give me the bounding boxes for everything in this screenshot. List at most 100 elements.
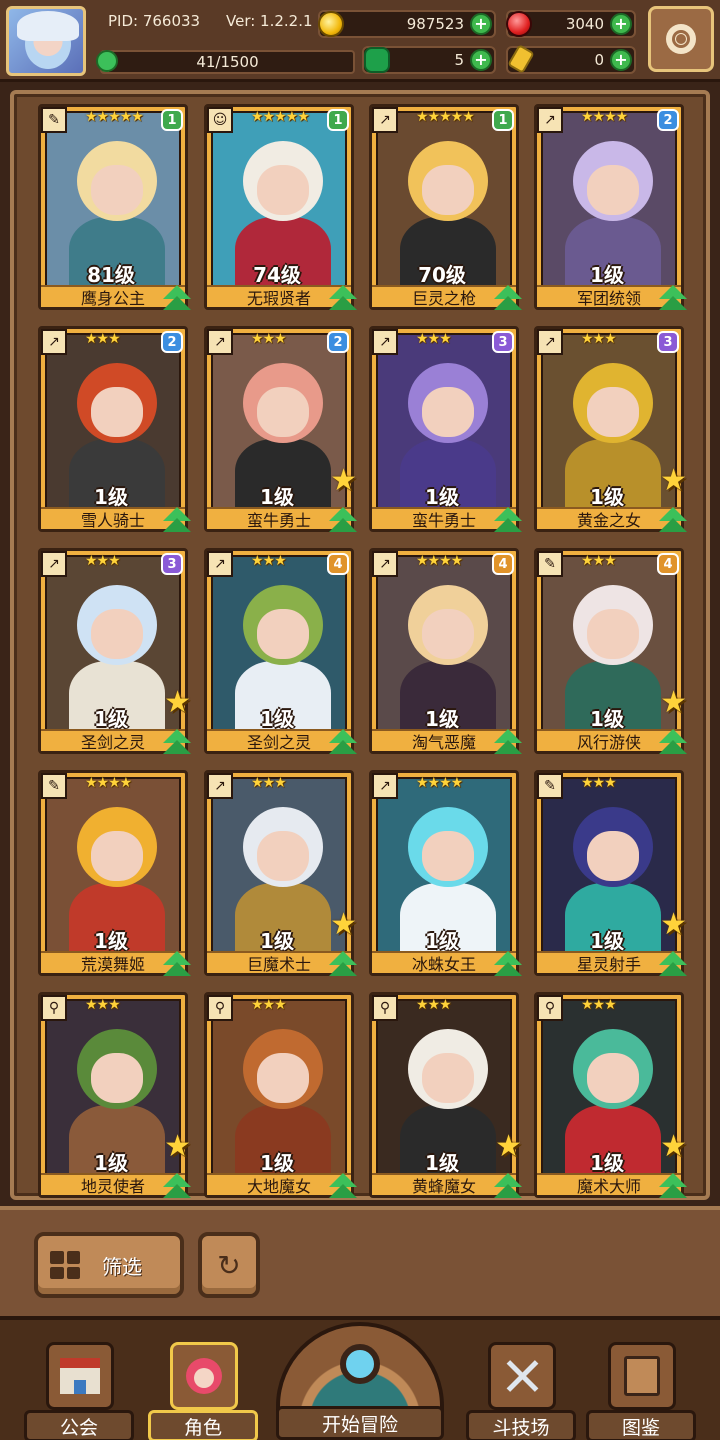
star-upgrade-icon: ★ [330, 907, 357, 942]
start-adventure-button[interactable]: 开始冒险 [276, 1322, 444, 1440]
hero-head [243, 585, 323, 665]
gold-coin-icon [318, 11, 344, 37]
hero-card[interactable]: ⚲ ★★★ 1级 大地魔女 [204, 992, 357, 1199]
bottom-nav: 公会 角色 开始冒险 斗技场 图鉴 [0, 1316, 720, 1440]
rank-badge: 2 [657, 109, 679, 131]
hero-head [77, 363, 157, 443]
hero-grid-panel: ✎ ★★★★★ 1 81级 鹰身公主 ☺ ★★★★★ 1 74级 无瑕贤者 ↗ ★★★★★ 1 70级 巨灵… [10, 90, 710, 1200]
level-up-arrow-icon[interactable] [659, 1173, 687, 1199]
level-up-arrow-icon[interactable] [659, 507, 687, 533]
star-upgrade-icon: ★ [660, 685, 687, 720]
hero-level: 1级 [590, 1151, 624, 1175]
add-gold-button[interactable]: + [470, 13, 492, 35]
star-rating: ★★★★ [581, 109, 628, 125]
hero-card[interactable]: ✎ ★★★ 1级 星灵射手 ★ [534, 770, 687, 977]
hero-level: 1级 [425, 707, 459, 731]
level-up-arrow-icon[interactable] [494, 729, 522, 755]
star-rating: ★★★★★ [85, 109, 144, 125]
energy-bar: 41/1500 [100, 50, 355, 74]
hero-head [408, 585, 488, 665]
level-up-arrow-icon[interactable] [329, 285, 357, 311]
hero-card[interactable]: ↗ ★★★ 1级 巨魔术士 ★ [204, 770, 357, 977]
hero-card[interactable]: ↗ ★★★ 2 1级 雪人骑士 [38, 326, 191, 533]
star-upgrade-icon: ★ [660, 907, 687, 942]
hero-card[interactable]: ↗ ★★★★ 2 1级 军团统领 [534, 104, 687, 311]
class-icon: ↗ [207, 551, 233, 577]
hero-card[interactable]: ✎ ★★★★★ 1 81级 鹰身公主 [38, 104, 191, 311]
gem-amount: 3040 [565, 15, 604, 33]
level-up-arrow-icon[interactable] [163, 951, 191, 977]
level-up-arrow-icon[interactable] [494, 285, 522, 311]
hero-card[interactable]: ✎ ★★★ 4 1级 风行游侠 ★ [534, 548, 687, 755]
rank-badge: 4 [492, 553, 514, 575]
start-adventure-label: 开始冒险 [276, 1406, 444, 1440]
settings-button[interactable] [648, 6, 714, 72]
class-icon: ↗ [41, 329, 67, 355]
nav-heroes[interactable]: 角色 [148, 1342, 258, 1440]
star-rating: ★★★ [416, 997, 452, 1013]
nav-arena[interactable]: 斗技场 [466, 1342, 576, 1440]
hero-card[interactable]: ↗ ★★★ 3 1级 圣剑之灵 ★ [38, 548, 191, 755]
ruby-gem-icon [506, 11, 532, 37]
hero-card[interactable]: ↗ ★★★ 3 1级 蛮牛勇士 [369, 326, 522, 533]
level-up-arrow-icon[interactable] [659, 951, 687, 977]
star-rating: ★★★ [85, 553, 121, 569]
level-up-arrow-icon[interactable] [329, 507, 357, 533]
hero-card[interactable]: ⚲ ★★★ 1级 魔术大师 ★ [534, 992, 687, 1199]
level-up-arrow-icon[interactable] [329, 951, 357, 977]
class-icon: ↗ [372, 107, 398, 133]
hero-card[interactable]: ✎ ★★★★ 1级 荒漠舞姬 [38, 770, 191, 977]
nav-codex-label: 图鉴 [586, 1410, 696, 1440]
nav-guild[interactable]: 公会 [24, 1342, 134, 1440]
filter-button[interactable]: 筛选 [34, 1232, 184, 1298]
class-icon: ⚲ [537, 995, 563, 1021]
level-up-arrow-icon[interactable] [659, 285, 687, 311]
add-clover-button[interactable]: + [470, 49, 492, 71]
class-icon: ↗ [207, 329, 233, 355]
hero-head [77, 585, 157, 665]
level-up-arrow-icon[interactable] [494, 1173, 522, 1199]
hero-card[interactable]: ↗ ★★★ 2 1级 蛮牛勇士 ★ [204, 326, 357, 533]
level-up-arrow-icon[interactable] [659, 729, 687, 755]
hero-card[interactable]: ⚲ ★★★ 1级 地灵使者 ★ [38, 992, 191, 1199]
star-rating: ★★★ [581, 553, 617, 569]
crossed-swords-icon [488, 1342, 556, 1410]
level-up-arrow-icon[interactable] [329, 1173, 357, 1199]
hero-card[interactable]: ↗ ★★★ 3 1级 黄金之女 ★ [534, 326, 687, 533]
level-up-arrow-icon[interactable] [163, 729, 191, 755]
rank-badge: 3 [492, 331, 514, 353]
codex-book-icon [608, 1342, 676, 1410]
hero-head [408, 363, 488, 443]
class-icon: ✎ [537, 773, 563, 799]
level-up-arrow-icon[interactable] [329, 729, 357, 755]
hero-card[interactable]: ☺ ★★★★★ 1 74级 无瑕贤者 [204, 104, 357, 311]
class-icon: ✎ [41, 773, 67, 799]
level-up-arrow-icon[interactable] [494, 951, 522, 977]
hero-card[interactable]: ⚲ ★★★ 1级 黄蜂魔女 ★ [369, 992, 522, 1199]
gold-amount: 987523 [406, 15, 464, 33]
add-gems-button[interactable]: + [610, 13, 632, 35]
class-icon: ↗ [537, 107, 563, 133]
top-hud: PID: 766033 Ver: 1.2.2.1 987523 + 3040 +… [0, 0, 720, 82]
hero-card[interactable]: ↗ ★★★★ 4 1级 淘气恶魔 [369, 548, 522, 755]
star-rating: ★★★ [581, 331, 617, 347]
star-rating: ★★★ [581, 997, 617, 1013]
level-up-arrow-icon[interactable] [163, 285, 191, 311]
hero-card[interactable]: ↗ ★★★★ 1级 冰蛛女王 [369, 770, 522, 977]
star-rating: ★★★★ [416, 775, 463, 791]
level-up-arrow-icon[interactable] [494, 507, 522, 533]
hero-head [77, 1029, 157, 1109]
nav-codex[interactable]: 图鉴 [586, 1342, 696, 1440]
level-up-arrow-icon[interactable] [163, 1173, 191, 1199]
hero-level: 1级 [590, 707, 624, 731]
level-up-arrow-icon[interactable] [163, 507, 191, 533]
star-rating: ★★★ [251, 997, 287, 1013]
add-keys-button[interactable]: + [610, 49, 632, 71]
rank-badge: 4 [657, 553, 679, 575]
clover-icon [364, 47, 390, 73]
hero-card[interactable]: ↗ ★★★★★ 1 70级 巨灵之枪 [369, 104, 522, 311]
player-id: PID: 766033 [108, 12, 201, 30]
reset-filter-button[interactable]: ↻ [198, 1232, 260, 1298]
hero-card[interactable]: ↗ ★★★ 4 1级 圣剑之灵 [204, 548, 357, 755]
player-avatar[interactable] [6, 6, 86, 76]
